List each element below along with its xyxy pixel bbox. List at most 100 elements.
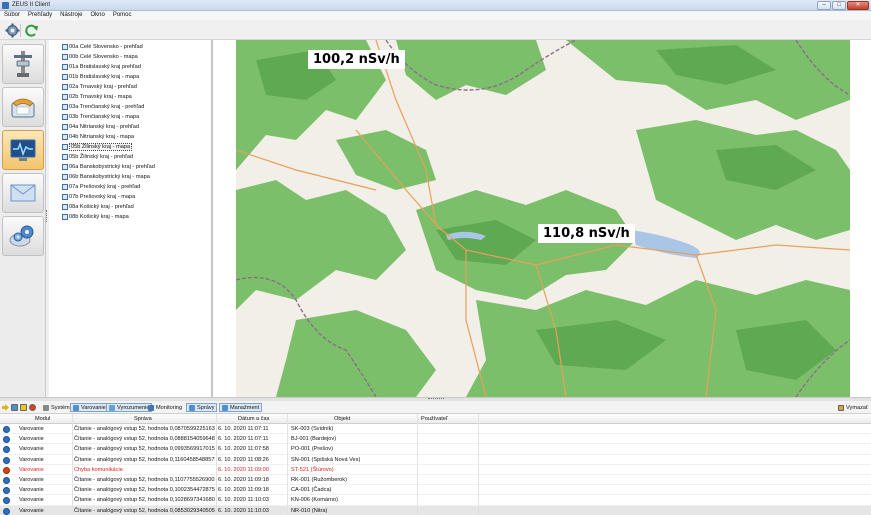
filter-toggle[interactable]: Varovanie xyxy=(70,403,109,412)
menu-window[interactable]: Okno xyxy=(90,11,104,20)
tree-item[interactable]: 04b Nitrianský kraj - mapa xyxy=(49,132,211,142)
cell-message: Čítanie - analógový vstup 52, hodnota 0,… xyxy=(74,507,215,514)
cell-datetime: 6. 10. 2020 11:07:11 xyxy=(218,436,269,443)
minimize-button[interactable]: – xyxy=(817,1,831,10)
log-row[interactable]: Varovanie Čítanie - analógový vstup 52, h… xyxy=(0,455,871,465)
log-row[interactable]: Varovanie Čítanie - analógový vstup 52, h… xyxy=(0,424,871,435)
tree-item[interactable]: 02a Trnavský kraj - prehľad xyxy=(49,82,211,92)
cell-datetime: 6. 10. 2020 11:09:00 xyxy=(218,466,269,473)
tree-item[interactable]: 03a Trenčianský kraj - prehľad xyxy=(49,102,211,112)
window-title: ZEUS II Client xyxy=(12,2,51,8)
cell-object: CA-001 (Čadca) xyxy=(291,487,332,494)
clear-log-button[interactable]: Vymazať xyxy=(838,403,868,412)
log-row[interactable]: Varovanie Čítanie - analógový vstup 52, h… xyxy=(0,485,871,496)
info-level-icon[interactable] xyxy=(11,404,18,411)
warning-level-icon[interactable] xyxy=(20,404,27,411)
tree-item[interactable]: 04a Nitrianský kraj - prehľad xyxy=(49,122,211,132)
tree-item[interactable]: 05b Žilinský kraj - prehľad xyxy=(49,152,211,162)
map-page-icon xyxy=(62,184,68,190)
column-header-message[interactable]: Správa xyxy=(134,414,152,424)
tree-item[interactable]: 00b Celé Slovensko - mapa xyxy=(49,52,211,62)
nav-messages-button[interactable] xyxy=(2,173,44,213)
column-divider xyxy=(478,414,479,515)
column-header-module[interactable]: Modul xyxy=(35,414,50,424)
tree-item[interactable]: 02b Trnavský kraj - mapa xyxy=(49,92,211,102)
column-header-user[interactable]: Používateľ xyxy=(421,414,448,424)
menu-help[interactable]: Pomoc xyxy=(113,11,132,20)
log-filter-bar: Systém Varovanie Vyrozumenie Monitoring Sprá… xyxy=(0,401,871,414)
tree-item-label: 08a Košický kraj - prehľad xyxy=(69,204,134,210)
log-row[interactable]: Varovanie Čítanie - analógový vstup 52, h… xyxy=(0,495,871,506)
nav-measurement-button[interactable] xyxy=(2,44,44,84)
tree-item[interactable]: 06a Banskobystrický kraj - prehľad xyxy=(49,162,211,172)
settings-icon[interactable] xyxy=(5,23,20,38)
arrow-right-icon[interactable] xyxy=(2,404,9,411)
map-page-icon xyxy=(62,204,68,210)
refresh-icon[interactable] xyxy=(24,23,39,38)
menu-file[interactable]: Súbor xyxy=(4,11,20,20)
cell-object: KN-006 (Komárno) xyxy=(291,497,338,504)
tree-item[interactable]: 00a Celé Slovensko - prehľad xyxy=(49,42,211,52)
cell-datetime: 6. 10. 2020 11:09:18 xyxy=(218,476,269,483)
tree-item[interactable]: 08b Košický kraj - mapa xyxy=(49,212,211,222)
log-row[interactable]: Varovanie Čítanie - analógový vstup 52, h… xyxy=(0,444,871,455)
filter-label: Monitoring xyxy=(156,404,183,411)
filter-toggle[interactable]: Monitoring xyxy=(148,403,182,412)
column-divider xyxy=(72,414,73,515)
map-page-icon xyxy=(62,194,68,200)
filter-toggle[interactable]: Systém xyxy=(43,403,70,412)
log-row[interactable]: Varovanie Čítanie - analógový vstup 52, h… xyxy=(0,434,871,445)
map-page-icon xyxy=(62,54,68,60)
cell-object: NR-010 (Nitra) xyxy=(291,507,328,514)
log-row[interactable]: Varovanie Čítanie - analógový vstup 52, h… xyxy=(0,475,871,486)
map-panel: 100,2 nSv/h 110,8 nSv/h xyxy=(212,40,871,397)
tree-item-label: 07a Prešovský kraj - prehľad xyxy=(69,184,141,190)
map-page-icon xyxy=(62,104,68,110)
map-page-icon xyxy=(62,44,68,50)
tree-item-label: 08b Košický kraj - mapa xyxy=(69,214,129,220)
nav-settings-button[interactable] xyxy=(2,216,44,256)
tree-item[interactable]: 03b Trenčianský kraj - mapa xyxy=(49,112,211,122)
tree-item[interactable]: 01b Bratislavský kraj - mapa xyxy=(49,72,211,82)
map-page-icon xyxy=(62,164,68,170)
dose-rate-label-2: 110,8 nSv/h xyxy=(538,224,635,243)
maximize-button[interactable]: □ xyxy=(832,1,846,10)
close-button[interactable]: ✕ xyxy=(847,1,869,10)
tree-item[interactable]: 07a Prešovský kraj - prehľad xyxy=(49,182,211,192)
tree-item[interactable]: 07b Prešovský kraj - mapa xyxy=(49,192,211,202)
tree-item[interactable]: 05b Žilinský kraj - mapa xyxy=(49,142,211,152)
column-header-object[interactable]: Objekt xyxy=(334,414,350,424)
filter-toggle[interactable]: Manažment xyxy=(219,403,263,412)
cell-module: Varovanie xyxy=(19,426,44,432)
error-level-icon[interactable] xyxy=(29,404,36,411)
log-row[interactable]: Varovanie Čítanie - analógový vstup 52, h… xyxy=(0,505,871,515)
column-divider xyxy=(287,414,288,515)
splitter-grip[interactable] xyxy=(428,398,444,400)
tree-item-label: 03a Trenčianský kraj - prehľad xyxy=(69,104,145,110)
tree-item-label: 02a Trnavský kraj - prehľad xyxy=(69,84,137,90)
info-icon xyxy=(3,507,10,515)
menu-bar: Súbor Prehľady Nástroje Okno Pomoc xyxy=(0,11,871,20)
tree-item[interactable]: 08a Košický kraj - prehľad xyxy=(49,202,211,212)
map-view[interactable]: 100,2 nSv/h 110,8 nSv/h xyxy=(236,40,850,397)
filter-label: Správy xyxy=(197,404,215,411)
column-header-datetime[interactable]: Dátum a čas xyxy=(238,414,269,424)
nav-monitoring-button[interactable] xyxy=(2,130,44,170)
cell-datetime: 6. 10. 2020 11:09:18 xyxy=(218,487,269,494)
nav-phone-button[interactable] xyxy=(2,87,44,127)
tree-item[interactable]: 06b Banskobystrický kraj - mapa xyxy=(49,172,211,182)
filter-toggle[interactable]: Správy xyxy=(186,403,218,412)
tree-item-label: 06b Banskobystrický kraj - mapa xyxy=(69,174,150,180)
tree-item[interactable]: 01a Bratislavský kraj prehľad xyxy=(49,62,211,72)
cell-module: Varovanie xyxy=(19,436,44,443)
eraser-icon xyxy=(838,404,844,411)
cell-message: Čítanie - analógový vstup 52, hodnota 0,… xyxy=(74,426,215,432)
left-navigation xyxy=(0,40,46,397)
filter-icon xyxy=(189,404,195,411)
menu-reports[interactable]: Prehľady xyxy=(28,11,52,20)
cell-message: Čítanie - analógový vstup 52, hodnota 0,… xyxy=(74,446,215,453)
log-row[interactable]: Varovanie Chyba komunikácie. 6. 10. 2020 1… xyxy=(0,465,871,475)
menu-tools[interactable]: Nástroje xyxy=(60,11,82,20)
filter-toggle[interactable]: Vyrozumenie xyxy=(106,403,153,412)
cell-object: ST-521 (Štúrovo) xyxy=(291,466,334,473)
